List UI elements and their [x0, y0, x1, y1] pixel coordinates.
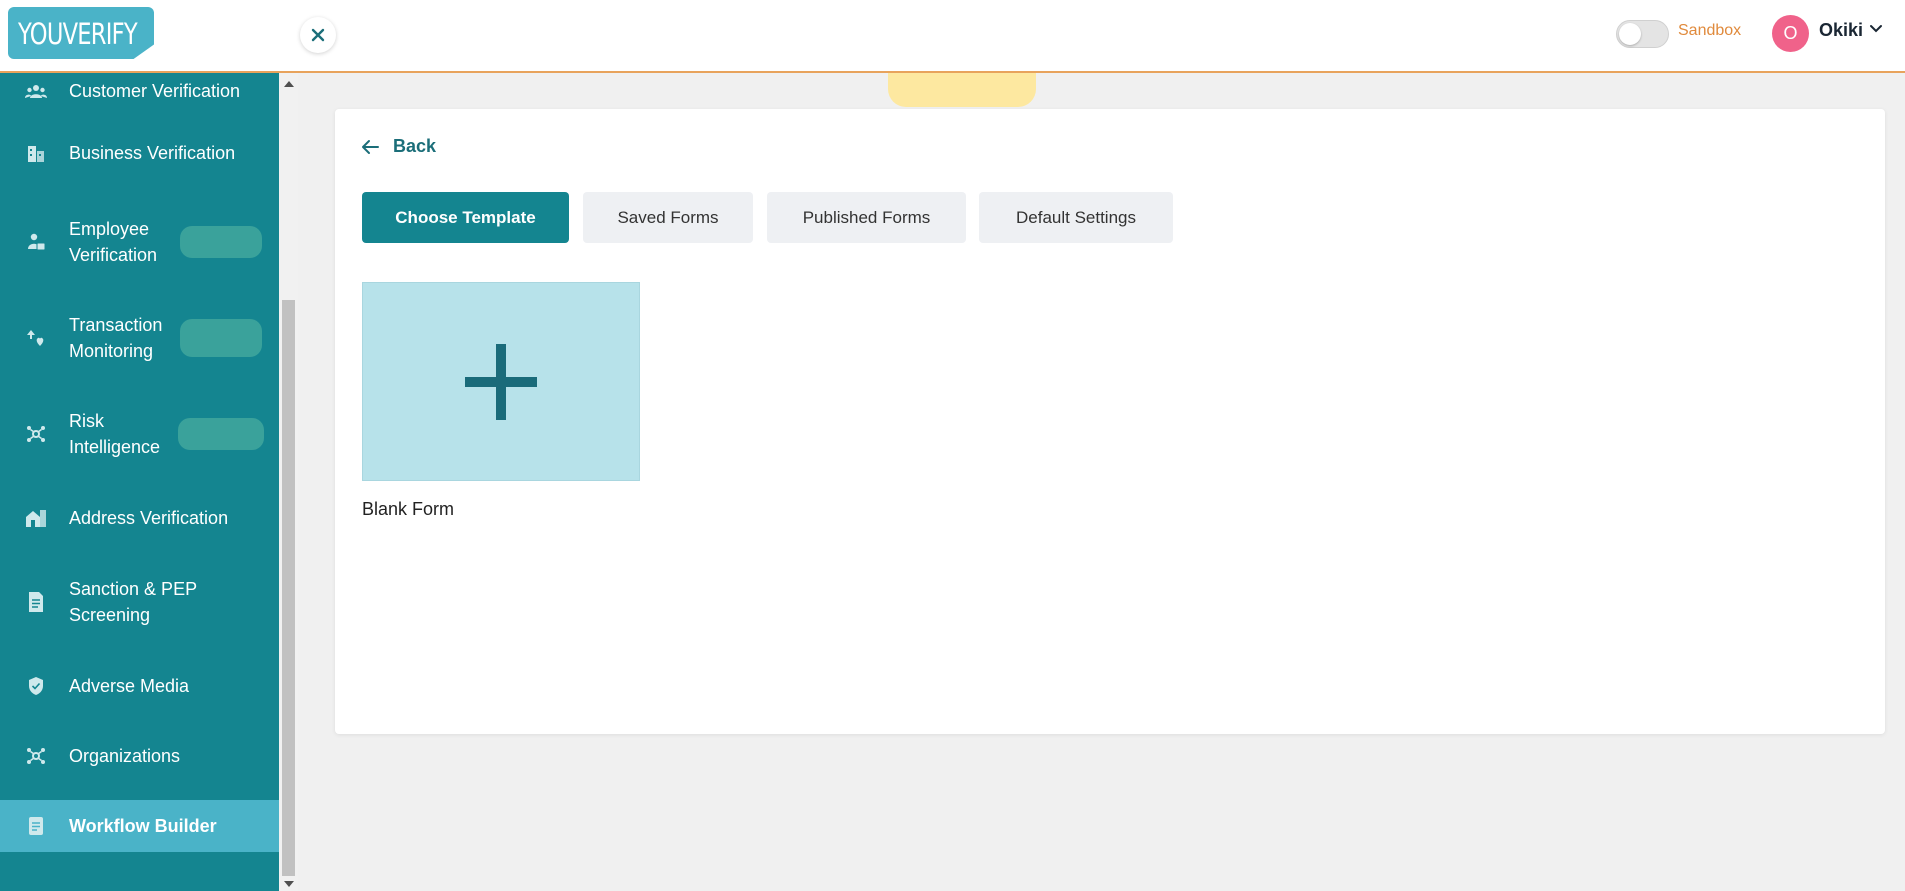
sidebar-item-sanction-pep-screening[interactable]: Sanction & PEP Screening	[0, 573, 279, 631]
users-icon	[25, 80, 47, 102]
transaction-icon	[25, 327, 47, 349]
highlight-shape	[888, 73, 1036, 107]
tab-saved-forms[interactable]: Saved Forms	[583, 192, 753, 243]
blank-form-template[interactable]	[362, 282, 640, 481]
plus-icon	[465, 343, 537, 420]
status-badge	[178, 418, 264, 450]
sidebar-item-label: Workflow Builder	[69, 816, 217, 836]
document-icon	[25, 591, 47, 613]
network-icon	[25, 423, 47, 445]
sidebar: Customer Verification Business Verificat…	[0, 73, 279, 891]
sidebar-item-risk-intelligence[interactable]: Risk Intelligence	[0, 405, 279, 463]
logo-text: YOUVERIFY	[18, 17, 138, 51]
user-name[interactable]: Okiki	[1819, 20, 1863, 41]
sidebar-item-address-verification[interactable]: Address Verification	[0, 498, 279, 538]
scroll-down-arrow[interactable]	[284, 881, 294, 887]
youverify-logo[interactable]: YOUVERIFY	[8, 7, 154, 59]
network-icon	[25, 745, 47, 767]
sidebar-item-customer-verification[interactable]: Customer Verification	[0, 73, 279, 109]
top-header: YOUVERIFY Sandbox O Okiki	[0, 0, 1905, 73]
scroll-thumb[interactable]	[282, 300, 295, 876]
main-card: Back Choose Template Saved Forms Publish…	[335, 109, 1885, 734]
sandbox-toggle[interactable]	[1616, 20, 1669, 48]
sidebar-scrollbar[interactable]	[279, 73, 298, 891]
form-icon	[25, 815, 47, 837]
tab-published-forms[interactable]: Published Forms	[767, 192, 966, 243]
close-icon	[311, 28, 325, 42]
status-badge	[180, 226, 262, 258]
back-link[interactable]: Back	[361, 136, 436, 157]
sidebar-item-label: Business Verification	[69, 143, 236, 163]
sandbox-label: Sandbox	[1678, 22, 1742, 39]
sidebar-item-organizations[interactable]: Organizations	[0, 736, 279, 776]
tab-choose-template[interactable]: Choose Template	[362, 192, 569, 243]
close-sidebar-button[interactable]	[300, 17, 336, 53]
sidebar-item-adverse-media[interactable]: Adverse Media	[0, 666, 279, 706]
home-icon	[25, 507, 47, 529]
chevron-down-icon[interactable]	[1869, 24, 1883, 34]
back-label: Back	[393, 136, 437, 156]
sidebar-item-label: Customer Verification	[69, 81, 241, 101]
sidebar-item-business-verification[interactable]: Business Verification	[0, 128, 279, 178]
sidebar-item-label: Adverse Media	[69, 676, 190, 696]
sidebar-item-employee-verification[interactable]: Employee Verification	[0, 213, 279, 271]
arrow-left-icon	[362, 139, 379, 154]
building-icon	[25, 142, 47, 164]
sidebar-item-label: Organizations	[69, 746, 181, 766]
sidebar-item-label: Address Verification	[69, 508, 229, 528]
template-label: Blank Form	[362, 499, 455, 519]
sidebar-item-transaction-monitoring[interactable]: Transaction Monitoring	[0, 309, 279, 367]
shield-icon	[25, 675, 47, 697]
toggle-knob	[1619, 23, 1641, 45]
sidebar-item-label: Risk Intelligence	[69, 411, 161, 457]
sidebar-item-label: Employee Verification	[69, 219, 158, 265]
avatar[interactable]: O	[1772, 15, 1809, 52]
employee-icon	[25, 231, 47, 253]
tab-default-settings[interactable]: Default Settings	[979, 192, 1173, 243]
sidebar-item-label: Sanction & PEP Screening	[69, 579, 197, 625]
sidebar-item-workflow-builder[interactable]: Workflow Builder	[0, 800, 279, 852]
scroll-up-arrow[interactable]	[284, 81, 294, 87]
sidebar-item-label: Transaction Monitoring	[69, 315, 163, 361]
status-badge	[180, 319, 262, 357]
